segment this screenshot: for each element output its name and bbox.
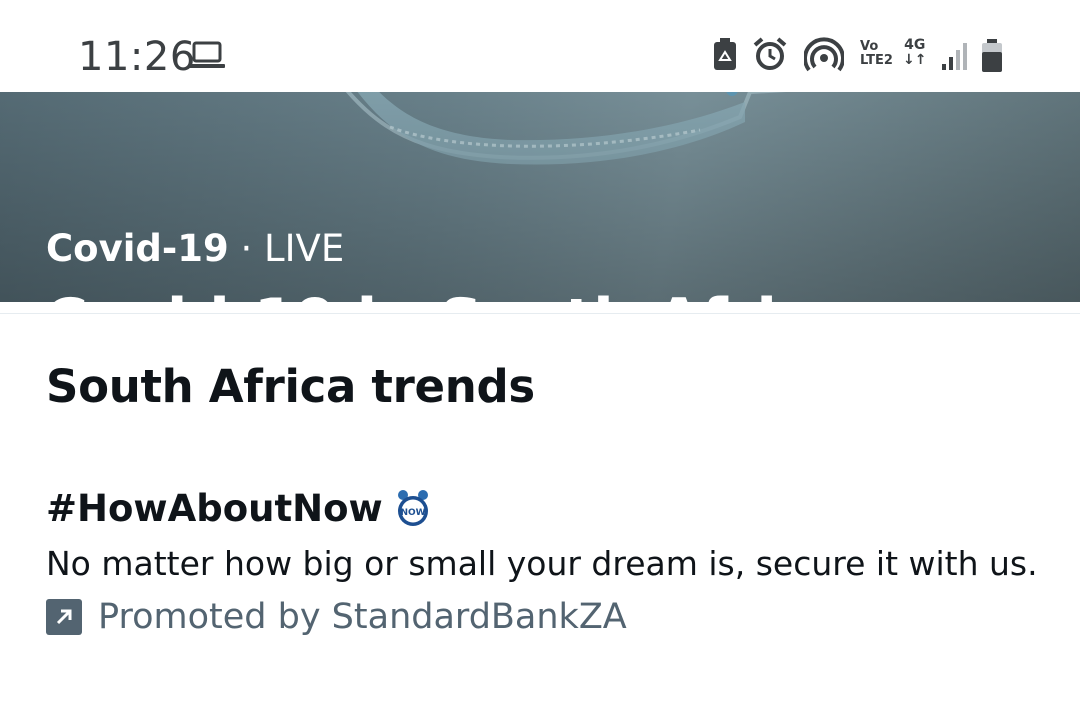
banner-title: Covid-19 in South Africa <box>44 286 852 302</box>
banner-separator: · <box>228 227 265 270</box>
banner-category: Covid-19 <box>46 227 229 270</box>
laptop-icon <box>189 41 225 68</box>
promoted-text: Promoted by StandardBankZA <box>98 597 627 637</box>
status-time: 11:26 <box>78 34 196 80</box>
signal-icon <box>942 43 967 70</box>
volte-label-top: Vo <box>860 39 879 54</box>
covid-banner[interactable]: Covid-19 · LIVE Covid-19 in South Africa <box>0 92 1080 302</box>
section-divider <box>0 313 1080 314</box>
volte-indicator: Vo LTE2 <box>860 40 893 68</box>
promoted-arrow-icon <box>46 599 82 635</box>
promoted-label[interactable]: Promoted by StandardBankZA <box>46 597 1056 637</box>
network-type-label: 4G <box>904 37 926 53</box>
trend-item[interactable]: #HowAboutNow NOW No matter how big or sm… <box>46 482 1056 637</box>
hotspot-icon <box>804 37 844 72</box>
trend-description: No matter how big or small your dream is… <box>46 544 1038 583</box>
trend-tag-row: #HowAboutNow NOW <box>46 482 1056 534</box>
battery-icon <box>982 39 1002 72</box>
trends-heading: South Africa trends <box>46 360 535 413</box>
alarm-icon <box>753 37 787 70</box>
trend-hashtag: #HowAboutNow <box>46 486 383 530</box>
alarm-clock-now-icon: NOW <box>397 490 428 526</box>
banner-kicker: Covid-19 · LIVE <box>46 227 344 270</box>
network-type-indicator: 4G ↓↑ <box>903 38 926 68</box>
banner-overlay <box>0 92 1080 302</box>
svg-text:NOW: NOW <box>400 508 425 518</box>
volte-label-bottom: LTE2 <box>860 53 893 68</box>
data-arrows-icon: ↓↑ <box>903 52 927 68</box>
banner-live-label: LIVE <box>264 227 345 270</box>
battery-saver-icon <box>714 38 736 70</box>
status-bar: 11:26 Vo LTE2 4G ↓↑ <box>0 0 1080 92</box>
